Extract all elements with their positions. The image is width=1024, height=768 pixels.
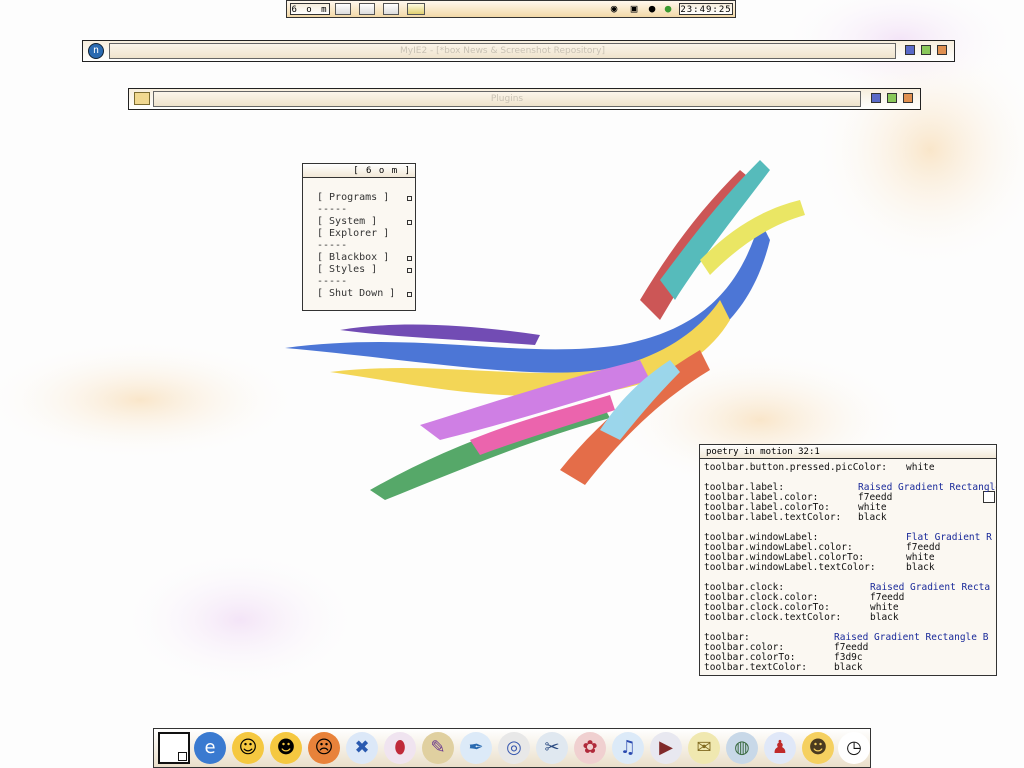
menu-separator: -----	[317, 204, 348, 215]
menu-separator: -----	[317, 240, 348, 251]
style-key: toolbar.label.textColor:	[704, 512, 842, 523]
style-key: toolbar.textColor:	[704, 662, 807, 673]
joystick-icon[interactable]: ♟	[764, 732, 796, 764]
submenu-bullet	[407, 220, 412, 225]
ie-icon[interactable]: e	[194, 732, 226, 764]
style-value: white	[906, 462, 935, 473]
flower-icon[interactable]: ✿	[574, 732, 606, 764]
dock-bar: e ☺ ☻ ☹ ✖ ⬮ ✎ ✒ ◎ ✂ ✿ ♫ ▶ ✉ ◍ ♟ ☻ ◷	[153, 728, 871, 768]
submenu-bullet	[407, 196, 412, 201]
close-button[interactable]	[903, 93, 913, 103]
style-value: black	[834, 662, 863, 673]
menu-separator: -----	[317, 276, 348, 287]
angry-icon[interactable]: ☹	[308, 732, 340, 764]
root-menu: [ 6 o m ] [ Programs ] ----- [ System ] …	[302, 163, 416, 311]
network-icon[interactable]: ▣	[627, 2, 641, 16]
cd-icon[interactable]: ◎	[498, 732, 530, 764]
submenu-bullet	[407, 292, 412, 297]
editor-icon[interactable]	[383, 3, 399, 15]
style-viewer-window: poetry in motion 32:1 toolbar.button.pre…	[699, 444, 997, 676]
paint-icon[interactable]: ✎	[422, 732, 454, 764]
menu-item-explorer[interactable]: [ Explorer ]	[317, 228, 389, 240]
window-plugins[interactable]: Plugins	[128, 88, 921, 110]
speaker-icon[interactable]: ◉	[607, 2, 621, 16]
menu-title: [ 6 o m ]	[303, 164, 415, 178]
grin-icon[interactable]: ☻	[270, 732, 302, 764]
terminal-icon[interactable]	[335, 3, 351, 15]
menu-item-styles[interactable]: [ Styles ]	[317, 264, 377, 276]
menu-item-system[interactable]: [ System ]	[317, 216, 377, 228]
desktop-icon[interactable]	[158, 732, 190, 764]
minimize-button[interactable]	[905, 45, 915, 55]
top-toolbar: 6 o m ◉ ▣ ● ● 23:49:25	[286, 0, 736, 18]
myie-icon[interactable]: n	[88, 43, 104, 59]
style-key: toolbar.clock.textColor:	[704, 612, 842, 623]
window-myie2[interactable]: n MyIE2 - [*box News & Screenshot Reposi…	[82, 40, 955, 62]
window-title[interactable]: Plugins	[153, 91, 861, 107]
smiley-icon[interactable]: ☺	[232, 732, 264, 764]
folder-icon[interactable]	[134, 92, 150, 105]
style-key: toolbar.button.pressed.picColor:	[704, 462, 888, 473]
style-value: black	[870, 612, 899, 623]
monitor-icon[interactable]	[407, 3, 425, 15]
close-button[interactable]	[937, 45, 947, 55]
x-icon[interactable]: ✖	[346, 732, 378, 764]
menu-item-blackbox[interactable]: [ Blackbox ]	[317, 252, 389, 264]
maximize-button[interactable]	[921, 45, 931, 55]
user-icon[interactable]: ●	[645, 2, 659, 16]
minimize-button[interactable]	[871, 93, 881, 103]
tool-icon[interactable]: ✂	[536, 732, 568, 764]
pen-icon[interactable]: ✒	[460, 732, 492, 764]
toolbar-clock[interactable]: 23:49:25	[679, 3, 733, 15]
submenu-bullet	[407, 268, 412, 273]
toolbar-label[interactable]: 6 o m	[290, 3, 330, 15]
viewer-title: poetry in motion 32:1	[700, 445, 996, 459]
style-value: black	[906, 562, 935, 573]
menu-item-programs[interactable]: [ Programs ]	[317, 192, 389, 204]
browser-icon[interactable]	[359, 3, 375, 15]
media-icon[interactable]: ▶	[650, 732, 682, 764]
users-icon[interactable]: ●	[661, 2, 675, 16]
globe-icon[interactable]: ◍	[726, 732, 758, 764]
style-value: black	[858, 512, 887, 523]
window-title[interactable]: MyIE2 - [*box News & Screenshot Reposito…	[109, 43, 896, 59]
pill-icon[interactable]: ⬮	[384, 732, 416, 764]
submenu-bullet	[407, 256, 412, 261]
clock-icon[interactable]: ◷	[838, 732, 870, 764]
maximize-button[interactable]	[887, 93, 897, 103]
style-key: toolbar.windowLabel.textColor:	[704, 562, 876, 573]
menu-item-shut-down[interactable]: [ Shut Down ]	[317, 288, 395, 300]
music-icon[interactable]: ♫	[612, 732, 644, 764]
scroll-icon[interactable]: ✉	[688, 732, 720, 764]
character-icon[interactable]: ☻	[802, 732, 834, 764]
